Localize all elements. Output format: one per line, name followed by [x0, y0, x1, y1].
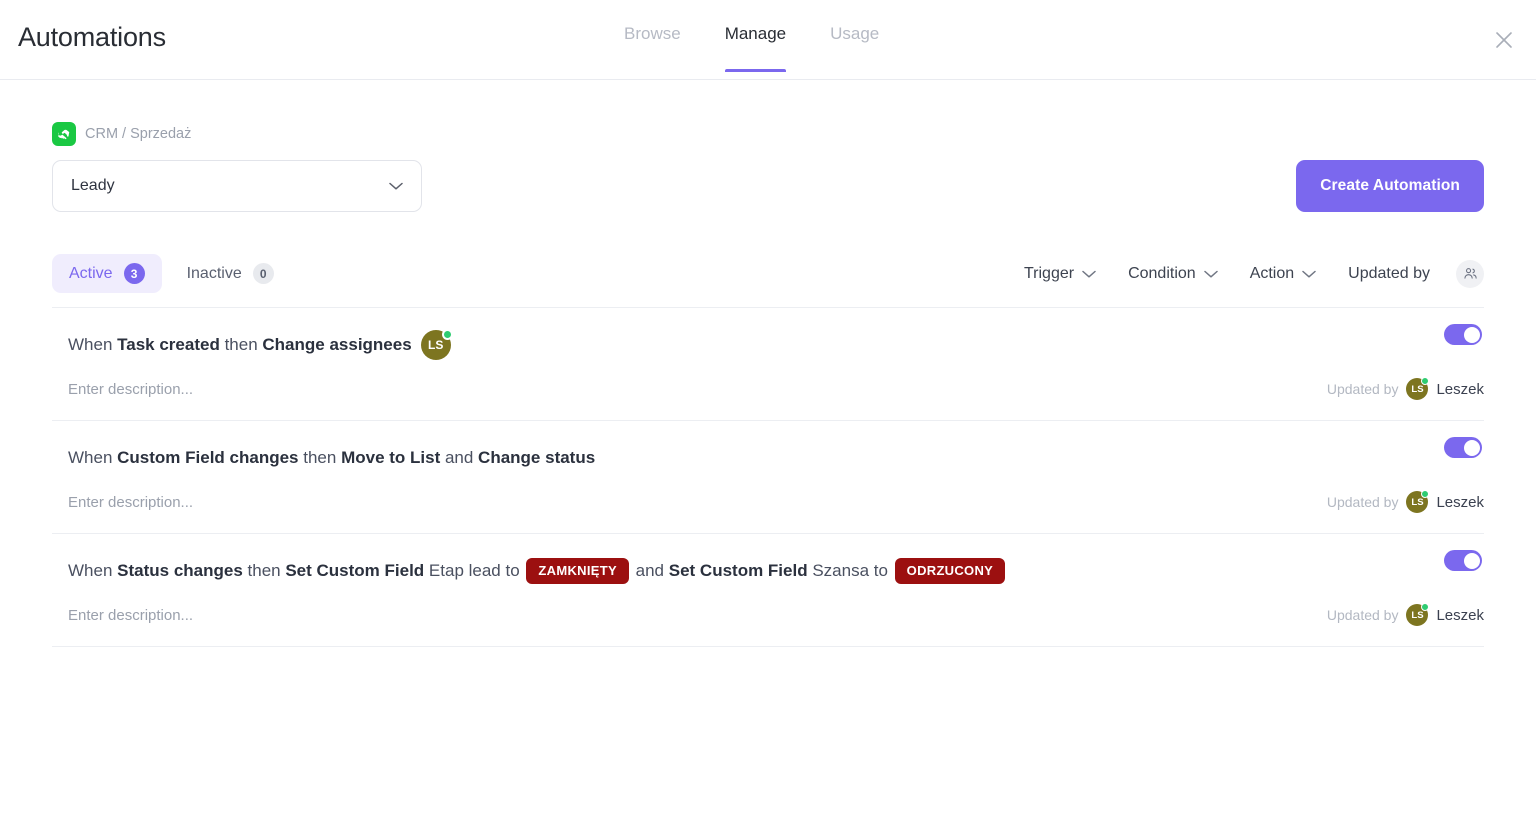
updated-by: Updated by LS Leszek	[1326, 377, 1484, 400]
automation-enabled-toggle[interactable]	[1444, 324, 1482, 345]
status-tab-count: 3	[123, 263, 145, 284]
automation-rule: When Status changes then Set Custom Fiel…	[52, 556, 1484, 586]
automation-rule: When Task created then Change assignees L…	[52, 329, 1484, 360]
online-status-dot	[441, 329, 453, 340]
updated-by-name: Leszek	[1436, 493, 1484, 511]
create-automation-button[interactable]: Create Automation	[1296, 160, 1484, 212]
custom-field-value-badge: ZAMKNIĘTY	[526, 558, 629, 584]
rule-keyword: Status changes	[117, 561, 243, 580]
rule-text: When	[68, 448, 118, 467]
automation-row[interactable]: When Status changes then Set Custom Fiel…	[52, 534, 1484, 647]
rule-keyword: Set Custom Field	[668, 561, 808, 580]
filter-updated-by[interactable]: Updated by	[1332, 259, 1446, 289]
rule-text: and	[630, 561, 669, 580]
rule-keyword: Custom Field changes	[117, 448, 299, 467]
online-status-dot	[1421, 490, 1430, 498]
automations-body: CRM / Sprzedaż Leady Create Automation A…	[0, 122, 1536, 647]
handshake-icon	[52, 122, 76, 146]
breadcrumb: CRM / Sprzedaż	[52, 122, 1484, 146]
updated-by: Updated by LS Leszek	[1326, 603, 1484, 626]
rule-text: When	[68, 335, 118, 354]
updated-by-label: Updated by	[1326, 381, 1399, 397]
filter-label: Condition	[1128, 264, 1196, 282]
status-tab-inactive[interactable]: Inactive 0	[170, 254, 291, 293]
rule-keyword: Task created	[117, 335, 220, 354]
filter-updated-by-label: Updated by	[1348, 264, 1430, 282]
status-tab-list: Active 3 Inactive 0	[52, 254, 291, 293]
status-tab-label: Inactive	[186, 264, 242, 282]
rule-text: Etap lead to	[424, 561, 525, 580]
rule-text: then	[242, 561, 286, 580]
updated-by-name: Leszek	[1436, 380, 1484, 398]
filter-label: Action	[1249, 264, 1295, 282]
description-input[interactable]: Enter description...	[68, 494, 193, 511]
automation-list: When Task created then Change assignees L…	[52, 308, 1484, 647]
avatar[interactable]: LS	[1406, 490, 1430, 513]
chevron-down-icon	[1302, 270, 1316, 278]
list-select[interactable]: Leady	[52, 160, 422, 212]
rule-keyword: Set Custom Field	[285, 561, 425, 580]
filter-trigger[interactable]: Trigger	[1008, 259, 1112, 289]
online-status-dot	[1421, 377, 1430, 385]
avatar[interactable]: LS	[1406, 603, 1430, 626]
rule-text: When	[68, 561, 118, 580]
rule-text: then	[219, 335, 263, 354]
updated-by: Updated by LS Leszek	[1326, 490, 1484, 513]
automation-enabled-toggle[interactable]	[1444, 437, 1482, 458]
rule-keyword: Move to List	[341, 448, 441, 467]
description-input[interactable]: Enter description...	[68, 607, 193, 624]
rule-text: Szansa to	[807, 561, 893, 580]
header-tab-list: Browse Manage Usage	[624, 24, 901, 72]
close-icon[interactable]	[1486, 22, 1522, 58]
automation-rule-text: When Task created then Change assignees	[68, 330, 412, 360]
automation-rule: When Custom Field changes then Move to L…	[52, 443, 1484, 473]
filter-bar: Active 3 Inactive 0 Trigger Condition Action …	[52, 254, 1484, 308]
tab-manage[interactable]: Manage	[703, 24, 808, 72]
status-tab-label: Active	[69, 264, 113, 282]
automation-enabled-toggle[interactable]	[1444, 550, 1482, 571]
list-select-value: Leady	[71, 177, 115, 194]
automation-row-meta: Enter description... Updated by LS Leszek	[52, 377, 1484, 400]
filter-label: Trigger	[1023, 264, 1075, 282]
updated-by-label: Updated by	[1326, 494, 1399, 510]
breadcrumb-text: CRM / Sprzedaż	[85, 126, 192, 142]
automation-row-meta: Enter description... Updated by LS Leszek	[52, 490, 1484, 513]
people-icon[interactable]	[1456, 259, 1484, 288]
automation-rule-text: When Custom Field changes then Move to L…	[68, 443, 595, 473]
chevron-down-icon	[1082, 270, 1096, 278]
rule-text: then	[298, 448, 342, 467]
updated-by-name: Leszek	[1436, 606, 1484, 624]
automation-row-meta: Enter description... Updated by LS Leszek	[52, 603, 1484, 626]
chevron-down-icon	[389, 182, 403, 190]
filter-condition[interactable]: Condition	[1112, 259, 1234, 289]
modal-header: Automations Browse Manage Usage	[0, 0, 1536, 80]
status-tab-active[interactable]: Active 3	[52, 254, 162, 293]
automation-row[interactable]: When Task created then Change assignees L…	[52, 308, 1484, 421]
page-title: Automations	[18, 22, 166, 52]
list-select-row: Leady Create Automation	[52, 160, 1484, 212]
online-status-dot	[1421, 603, 1430, 611]
tab-usage[interactable]: Usage	[808, 24, 901, 72]
filter-action[interactable]: Action	[1234, 259, 1332, 289]
rule-keyword: Change assignees	[262, 335, 412, 354]
description-input[interactable]: Enter description...	[68, 381, 193, 398]
filter-controls: Trigger Condition Action Updated by	[1008, 259, 1484, 289]
custom-field-value-badge: ODRZUCONY	[894, 558, 1006, 584]
status-tab-count: 0	[252, 263, 274, 284]
updated-by-label: Updated by	[1326, 607, 1399, 623]
rule-text: and	[440, 448, 479, 467]
chevron-down-icon	[1203, 270, 1218, 278]
automation-row[interactable]: When Custom Field changes then Move to L…	[52, 421, 1484, 534]
tab-browse[interactable]: Browse	[624, 24, 703, 72]
avatar[interactable]: LS	[1406, 377, 1430, 400]
rule-keyword: Change status	[478, 448, 596, 467]
avatar[interactable]: LS	[420, 329, 453, 360]
automation-rule-text: When Status changes then Set Custom Fiel…	[68, 556, 1007, 586]
